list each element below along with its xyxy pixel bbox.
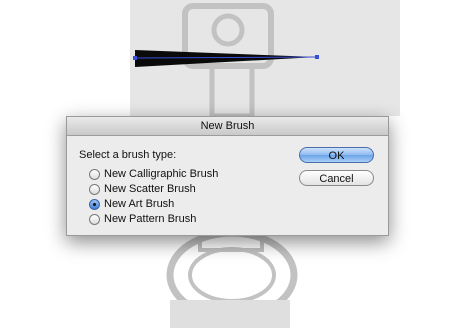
option-label: New Calligraphic Brush [104, 168, 219, 180]
radio-calligraphic[interactable] [89, 168, 100, 180]
cancel-button[interactable]: Cancel [299, 170, 374, 186]
brush-type-prompt: Select a brush type: [79, 149, 177, 161]
anchor-point-right[interactable] [315, 55, 319, 59]
option-art-brush[interactable]: New Art Brush [89, 197, 218, 211]
option-label: New Art Brush [104, 198, 175, 210]
option-scatter-brush[interactable]: New Scatter Brush [89, 182, 218, 196]
ok-button[interactable]: OK [299, 147, 374, 163]
radio-art-selected[interactable] [89, 198, 100, 210]
dialog-title: New Brush [67, 117, 388, 136]
option-calligraphic-brush[interactable]: New Calligraphic Brush [89, 167, 218, 181]
radio-scatter[interactable] [89, 183, 100, 195]
option-label: New Scatter Brush [104, 183, 196, 195]
radio-pattern[interactable] [89, 213, 100, 225]
anchor-point-left[interactable] [133, 56, 137, 60]
option-label: New Pattern Brush [104, 213, 197, 225]
brush-type-options: New Calligraphic Brush New Scatter Brush… [89, 167, 218, 227]
new-brush-dialog: New Brush Select a brush type: New Calli… [66, 116, 389, 236]
option-pattern-brush[interactable]: New Pattern Brush [89, 212, 218, 226]
